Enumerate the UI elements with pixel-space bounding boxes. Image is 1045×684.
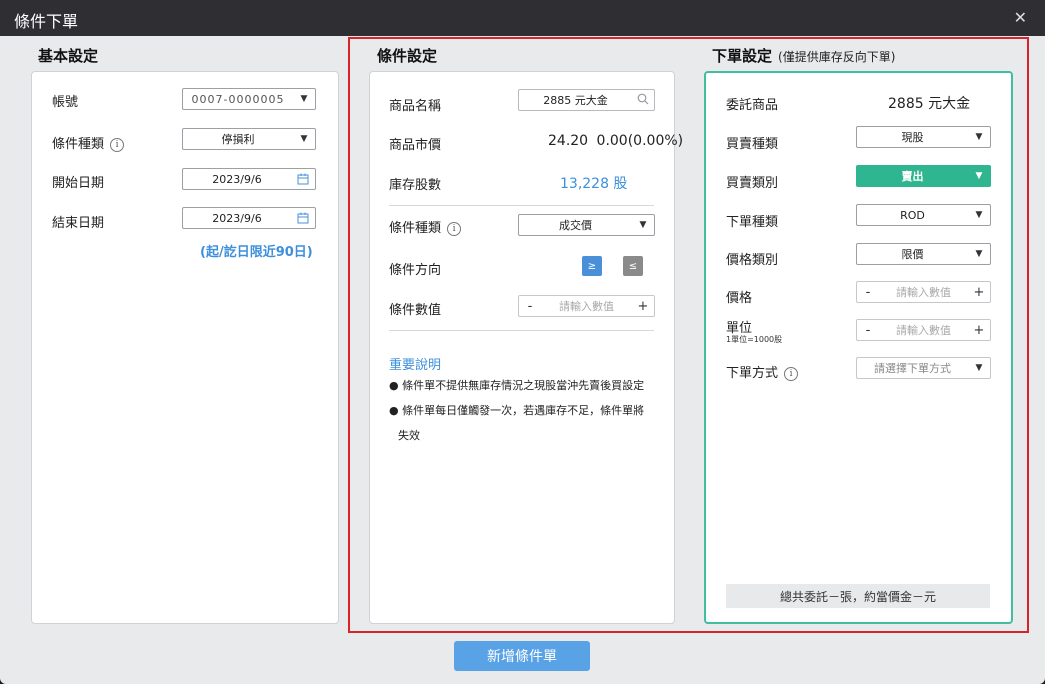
market-price-value: 24.20: [548, 133, 589, 149]
basic-condition-type-label: 條件種類 i: [52, 133, 125, 152]
trade-type-select[interactable]: 現股 ▼: [856, 126, 991, 148]
title-bar: 條件下單 ✕: [0, 0, 1045, 36]
inventory-value: 13,228 股: [560, 176, 628, 192]
chevron-down-icon: ▼: [975, 171, 983, 181]
start-date-value: 2023/9/6: [212, 172, 262, 186]
add-condition-order-button[interactable]: 新增條件單: [454, 641, 590, 671]
note-line-2: ● 條件單每日僅觸發一次，若遇庫存不足，條件單將: [389, 404, 645, 417]
product-search-input[interactable]: 2885 元大金: [518, 89, 655, 111]
order-method-text: 下單方式: [726, 366, 779, 381]
inventory-label: 庫存股數: [389, 178, 442, 193]
order-subtitle: (僅提供庫存反向下單): [778, 50, 896, 64]
decrement-button[interactable]: -: [857, 323, 879, 338]
condition-type-value: 成交價: [559, 219, 592, 232]
start-date-label: 開始日期: [52, 176, 105, 191]
market-price-label: 商品市價: [389, 138, 442, 153]
condition-value-input[interactable]: 請輸入數值: [541, 298, 632, 314]
chevron-down-icon: ▼: [300, 94, 308, 104]
basic-section-title: 基本設定: [38, 47, 99, 65]
price-stepper[interactable]: - 請輸入數值 +: [856, 281, 991, 303]
side-value: 賣出: [901, 170, 924, 183]
order-method-value: 請選擇下單方式: [874, 362, 951, 375]
account-select[interactable]: 0007-0000005 ▼: [182, 88, 316, 110]
account-value: 0007-0000005: [191, 92, 285, 106]
order-type-select[interactable]: ROD ▼: [856, 204, 991, 226]
condition-type-select[interactable]: 成交價 ▼: [518, 214, 655, 236]
product-name-value: 2885 元大金: [543, 94, 608, 107]
chevron-down-icon: ▼: [975, 132, 983, 142]
product-name-label: 商品名稱: [389, 99, 442, 114]
price-type-label: 價格類別: [726, 253, 779, 268]
window-title: 條件下單: [14, 12, 79, 31]
market-price-row: 24.20 0.00(0.00%): [548, 133, 683, 149]
order-section-title: 下單設定 (僅提供庫存反向下單): [712, 45, 895, 66]
condition-section-title: 條件設定: [377, 47, 438, 65]
condition-direction-label: 條件方向: [389, 263, 442, 278]
condition-divider-bottom: [389, 330, 654, 331]
order-product-value: 2885 元大金: [888, 96, 971, 112]
basic-settings-panel: [31, 71, 339, 624]
order-type-value: ROD: [900, 208, 925, 222]
condition-value-stepper[interactable]: - 請輸入數值 +: [518, 295, 655, 317]
date-range-note: (起/訖日限近90日): [200, 245, 313, 260]
order-method-select[interactable]: 請選擇下單方式 ▼: [856, 357, 991, 379]
price-input[interactable]: 請輸入數值: [879, 284, 968, 300]
chevron-down-icon: ▼: [975, 210, 983, 220]
info-icon[interactable]: i: [110, 137, 125, 152]
decrement-button[interactable]: -: [519, 299, 541, 314]
order-method-label: 下單方式 i: [726, 362, 799, 381]
close-icon[interactable]: ✕: [1014, 8, 1027, 27]
price-label: 價格: [726, 291, 753, 306]
condition-type-text: 條件種類: [389, 221, 442, 236]
search-icon[interactable]: [632, 93, 654, 108]
decrement-button[interactable]: -: [857, 285, 879, 300]
start-date-input[interactable]: 2023/9/6: [182, 168, 316, 190]
basic-condition-type-value: 停損利: [221, 133, 255, 146]
order-summary: 總共委託－張，約當價金－元: [726, 584, 990, 608]
calendar-icon[interactable]: [291, 212, 315, 224]
increment-button[interactable]: +: [968, 323, 990, 338]
chevron-down-icon: ▼: [975, 363, 983, 373]
direction-ge-button[interactable]: ≥: [582, 256, 602, 276]
order-title-text: 下單設定: [712, 47, 773, 65]
note-line-3: 失效: [398, 429, 420, 442]
end-date-value: 2023/9/6: [212, 211, 262, 225]
note-line-1: ● 條件單不提供無庫存情況之現股當沖先賣後買設定: [389, 379, 645, 392]
chevron-down-icon: ▼: [300, 134, 308, 144]
basic-condition-type-select[interactable]: 停損利 ▼: [182, 128, 316, 150]
increment-button[interactable]: +: [632, 299, 654, 314]
info-icon[interactable]: i: [447, 221, 462, 236]
notes-title: 重要說明: [389, 358, 442, 373]
order-product-label: 委託商品: [726, 98, 779, 113]
price-type-value: 限價: [901, 248, 924, 261]
price-type-select[interactable]: 限價 ▼: [856, 243, 991, 265]
unit-input[interactable]: 請輸入數值: [879, 322, 968, 338]
dialog-window: 條件下單 ✕ 基本設定 帳號 0007-0000005 ▼ 條件種類 i 停損利 …: [0, 0, 1045, 684]
direction-le-button[interactable]: ≤: [623, 256, 643, 276]
basic-condition-type-text: 條件種類: [52, 137, 105, 152]
end-date-input[interactable]: 2023/9/6: [182, 207, 316, 229]
chevron-down-icon: ▼: [639, 220, 647, 230]
account-label: 帳號: [52, 95, 79, 110]
info-icon[interactable]: i: [784, 366, 799, 381]
trade-type-value: 現股: [901, 131, 924, 144]
side-select[interactable]: 賣出 ▼: [856, 165, 991, 187]
unit-sublabel: 1單位=1000股: [726, 335, 783, 344]
order-type-label: 下單種類: [726, 215, 779, 230]
unit-stepper[interactable]: - 請輸入數值 +: [856, 319, 991, 341]
order-settings-panel: [704, 71, 1013, 624]
increment-button[interactable]: +: [968, 285, 990, 300]
side-label: 買賣類別: [726, 176, 779, 191]
end-date-label: 結束日期: [52, 216, 105, 231]
condition-type-label: 條件種類 i: [389, 217, 462, 236]
calendar-icon[interactable]: [291, 173, 315, 185]
condition-value-label: 條件數值: [389, 303, 442, 318]
trade-type-label: 買賣種類: [726, 137, 779, 152]
price-change-value: 0.00(0.00%): [596, 133, 684, 149]
condition-divider-top: [389, 205, 654, 206]
chevron-down-icon: ▼: [975, 249, 983, 259]
condition-settings-panel: [369, 71, 675, 624]
